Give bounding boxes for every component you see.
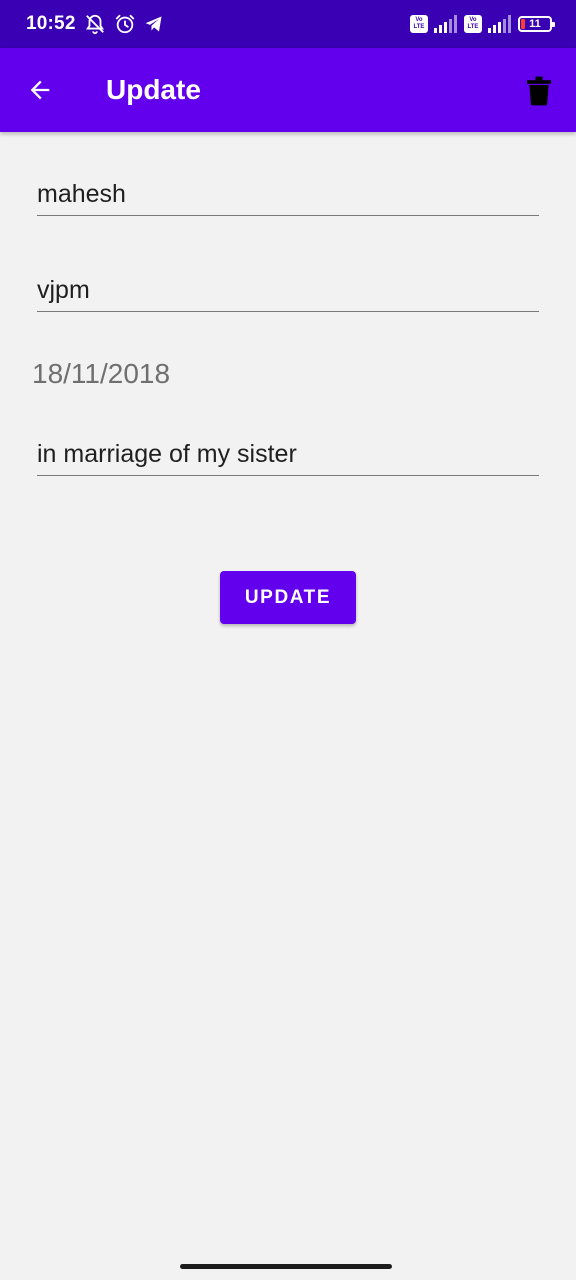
update-screen: 10:52 Vo LTE Vo LTE 11 Update mahesh vjp…: [0, 0, 576, 1280]
battery-icon: 11: [518, 16, 555, 32]
delete-button[interactable]: [524, 74, 554, 108]
back-button[interactable]: [22, 74, 58, 106]
status-time: 10:52: [26, 13, 76, 34]
mute-notification-icon: [84, 13, 106, 35]
reason-field[interactable]: in marriage of my sister: [37, 440, 539, 476]
signal-icon: [488, 15, 512, 33]
navigation-handle[interactable]: [180, 1264, 392, 1269]
volte-icon: Vo LTE: [464, 15, 482, 33]
signal-icon: [434, 15, 458, 33]
battery-level: 11: [529, 18, 541, 30]
date-field[interactable]: 18/11/2018: [32, 358, 170, 390]
place-field[interactable]: vjpm: [37, 276, 539, 312]
trash-icon: [527, 76, 551, 106]
page-title: Update: [106, 74, 201, 105]
name-field[interactable]: mahesh: [37, 180, 539, 216]
alarm-icon: [114, 13, 136, 35]
update-button[interactable]: UPDATE: [220, 571, 356, 624]
telegram-icon: [144, 14, 164, 34]
status-bar: 10:52 Vo LTE Vo LTE 11: [0, 0, 576, 48]
status-icons-right: Vo LTE Vo LTE 11: [410, 15, 555, 33]
volte-icon: Vo LTE: [410, 15, 428, 33]
status-icons-left: [84, 13, 164, 35]
app-bar: Update: [0, 48, 576, 132]
arrow-back-icon: [30, 80, 50, 100]
